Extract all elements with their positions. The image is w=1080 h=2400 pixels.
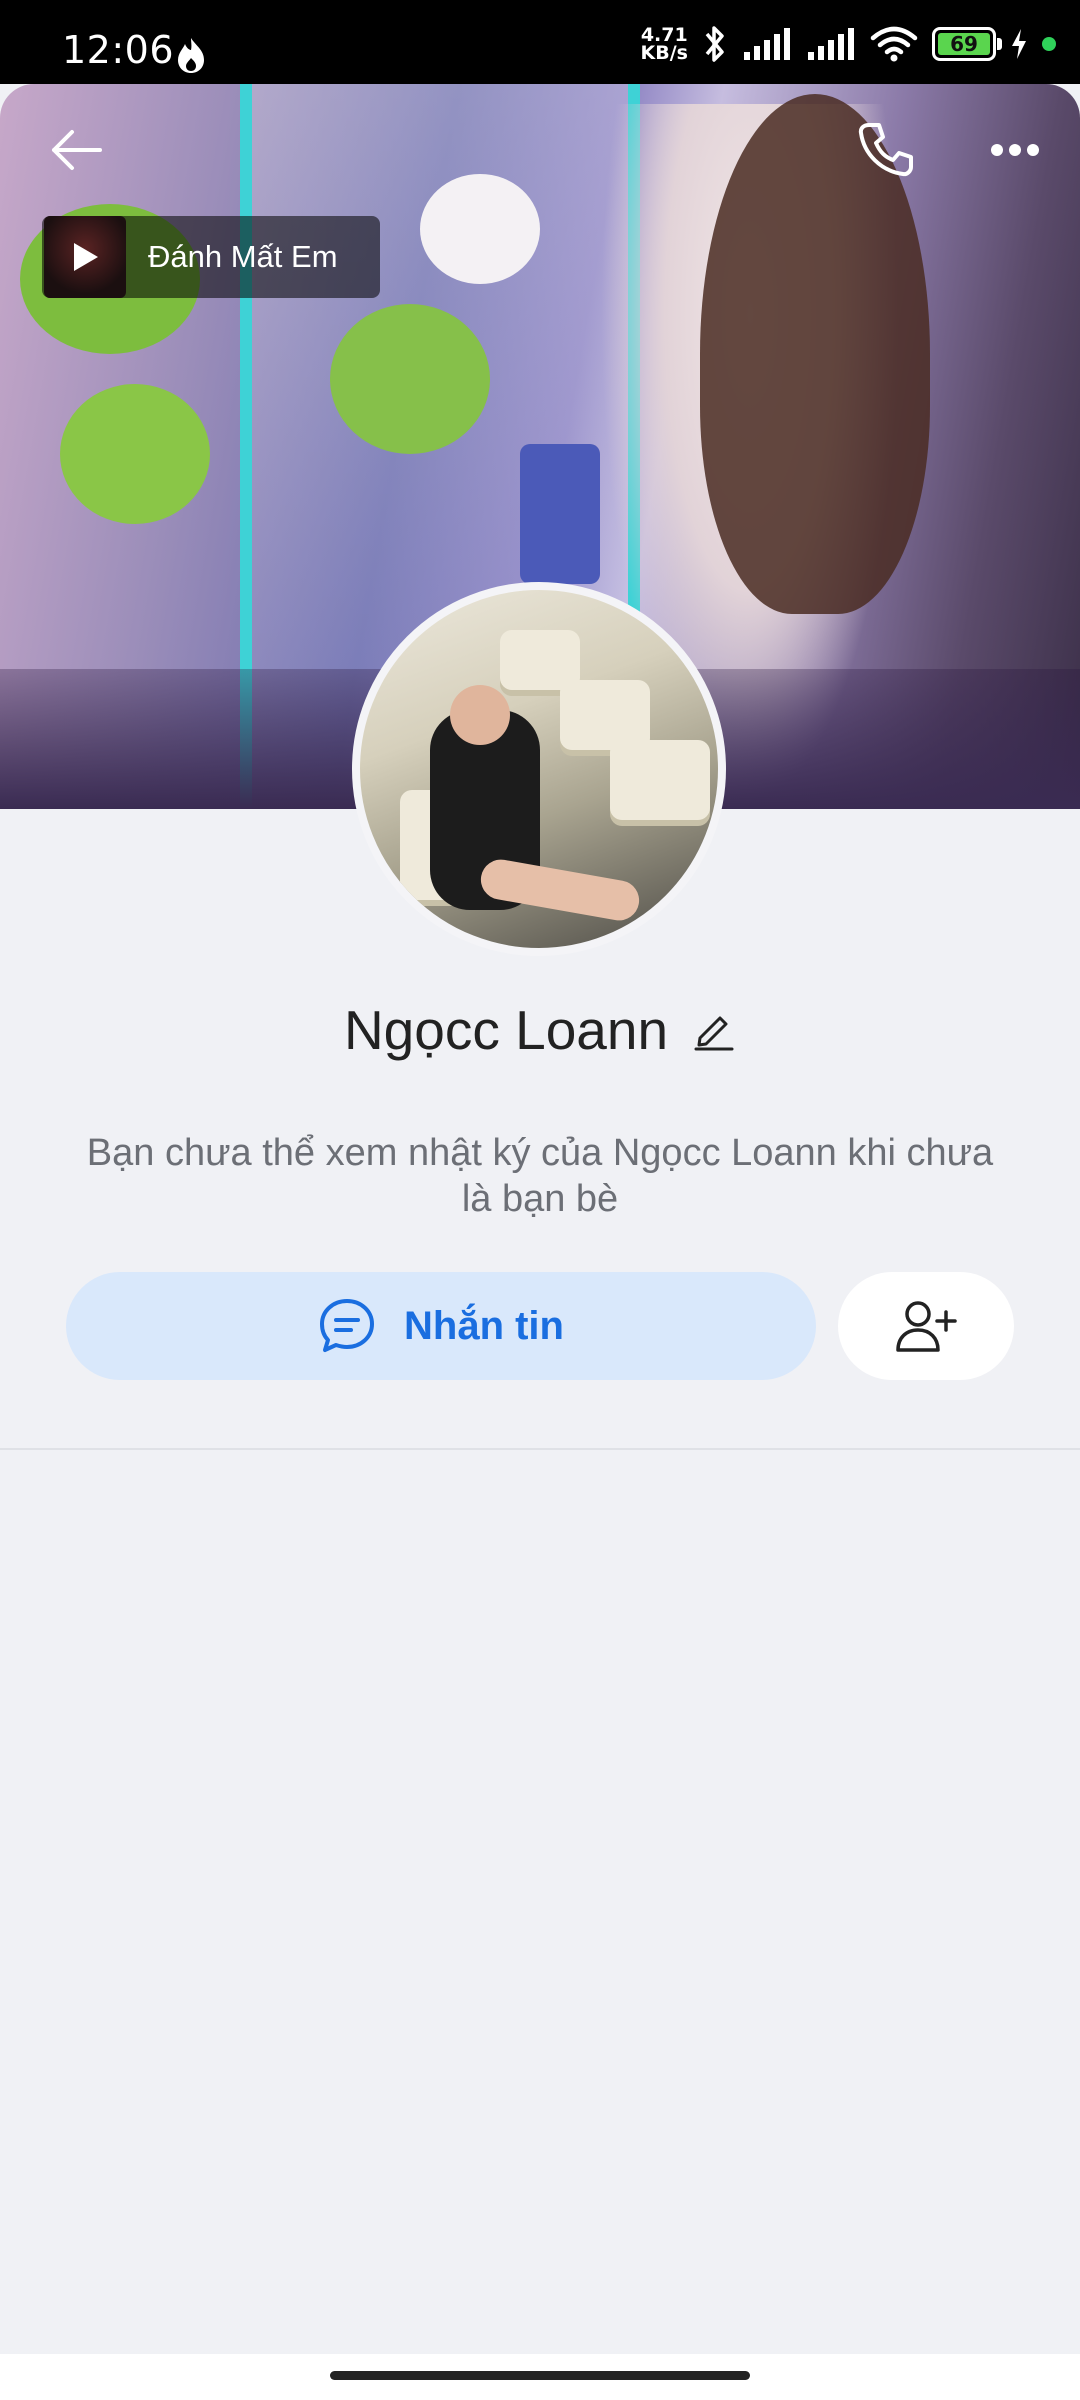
add-user-icon bbox=[896, 1301, 957, 1352]
network-speed-unit: KB/s bbox=[640, 42, 688, 64]
profile-name-row: Ngọcc Loann bbox=[0, 990, 1080, 1070]
message-button-label: Nhắn tin bbox=[404, 1303, 564, 1348]
network-speed: 4.71 KB/s bbox=[640, 26, 688, 64]
battery-level: 69 bbox=[938, 32, 990, 56]
avatar-legs bbox=[477, 856, 643, 924]
status-time: 12:06 bbox=[62, 28, 175, 72]
bluetooth-icon bbox=[705, 26, 724, 62]
chat-bubble-icon bbox=[320, 1299, 374, 1352]
avatar-seat bbox=[610, 740, 710, 820]
add-friend-button[interactable] bbox=[838, 1272, 1014, 1380]
phone-icon bbox=[858, 123, 913, 177]
battery-indicator: 69 bbox=[932, 27, 1002, 61]
avatar-face bbox=[450, 685, 510, 745]
arrow-left-icon bbox=[52, 130, 102, 170]
call-button[interactable] bbox=[840, 104, 930, 194]
cover-plush bbox=[330, 304, 490, 454]
status-icons: 4.71 KB/s 69 bbox=[641, 24, 1056, 64]
profile-music-chip[interactable]: Đánh Mất Em bbox=[42, 216, 380, 298]
music-thumbnail bbox=[44, 216, 126, 298]
back-button[interactable] bbox=[34, 108, 118, 192]
profile-name: Ngọcc Loann bbox=[343, 999, 669, 1061]
more-button[interactable] bbox=[970, 110, 1060, 190]
privacy-dot bbox=[1042, 37, 1056, 51]
charging-icon bbox=[1012, 29, 1026, 59]
pencil-icon[interactable] bbox=[692, 1008, 736, 1052]
status-bar: 12:06 4.71 KB/s 69 bbox=[0, 0, 1080, 84]
profile-screen: 12:06 4.71 KB/s 69 Đánh Mất Em Ngọcc Loa… bbox=[0, 0, 1080, 2400]
cover-cup bbox=[520, 444, 600, 584]
music-title: Đánh Mất Em bbox=[148, 239, 338, 274]
more-horizontal-icon bbox=[991, 144, 1039, 156]
signal-icon-2 bbox=[808, 28, 854, 60]
flame-icon bbox=[178, 38, 204, 73]
play-icon bbox=[74, 243, 98, 271]
signal-icon-1 bbox=[744, 28, 790, 60]
profile-avatar[interactable] bbox=[352, 582, 726, 956]
cover-plush bbox=[60, 384, 210, 524]
wifi-icon bbox=[870, 26, 918, 62]
diary-privacy-notice: Bạn chưa thể xem nhật ký của Ngọcc Loann… bbox=[86, 1132, 994, 1220]
empty-content-area bbox=[0, 1450, 1080, 2354]
cover-plush bbox=[420, 174, 540, 284]
home-indicator[interactable] bbox=[330, 2371, 750, 2380]
message-button[interactable]: Nhắn tin bbox=[66, 1272, 816, 1380]
